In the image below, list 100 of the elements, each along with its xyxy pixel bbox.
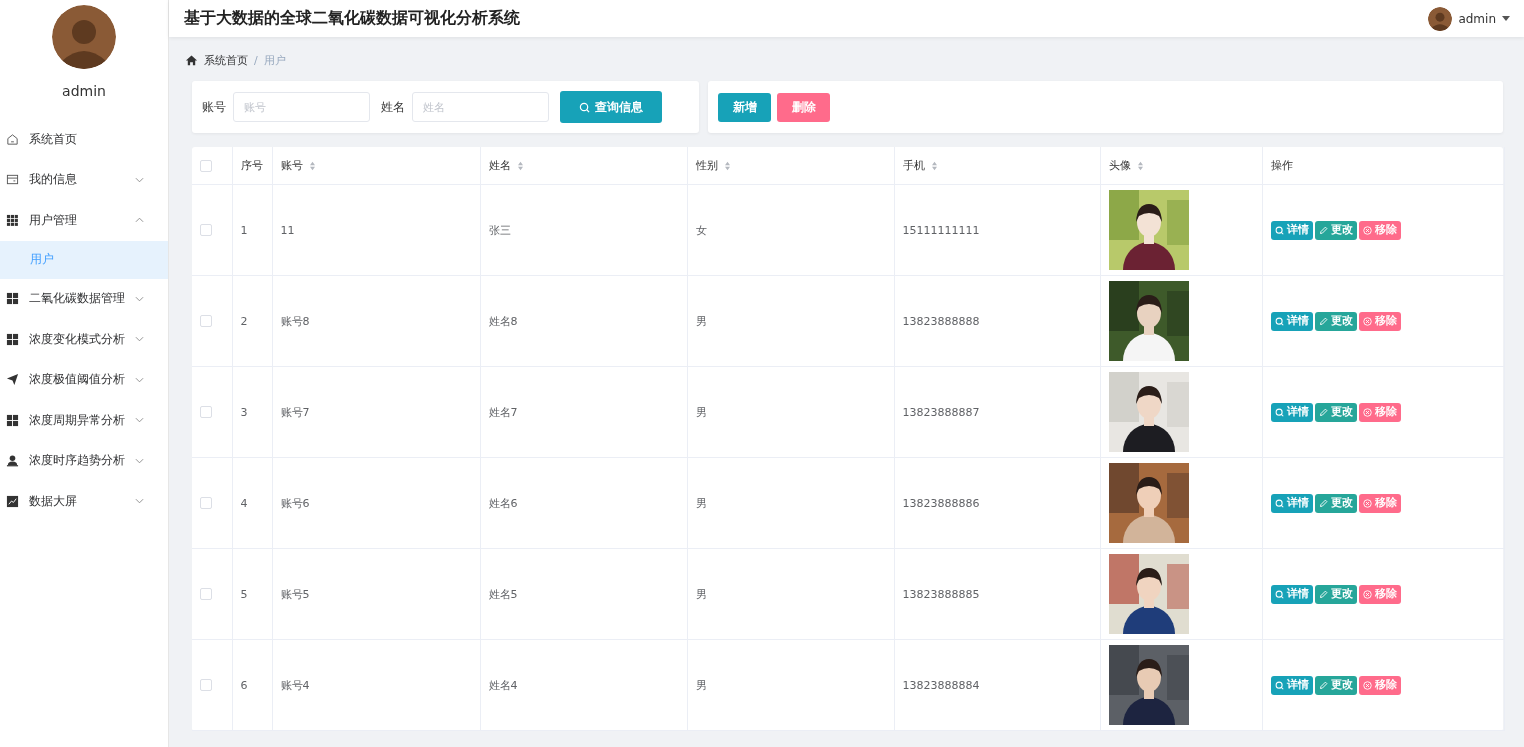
checkbox[interactable] — [200, 588, 212, 600]
menu-item[interactable]: 二氧化碳数据管理 — [0, 278, 168, 319]
table-cell: 姓名7 — [488, 405, 518, 419]
chevron-down-icon — [135, 176, 144, 183]
app-title: 基于大数据的全球二氧化碳数据可视化分析系统 — [184, 8, 520, 29]
sort-icon[interactable] — [308, 160, 316, 171]
checkbox[interactable] — [200, 159, 212, 172]
chevron-down-icon — [135, 336, 144, 343]
checkbox[interactable] — [200, 315, 212, 327]
view-button[interactable]: 详情 — [1270, 493, 1313, 513]
grid-icon — [6, 213, 19, 227]
menu-item[interactable]: 系统首页 — [0, 119, 168, 160]
remove-button[interactable]: 移除 — [1358, 675, 1401, 695]
avatar — [1428, 6, 1453, 31]
search-button[interactable]: 查询信息 — [560, 91, 662, 123]
view-button[interactable]: 详情 — [1270, 311, 1313, 331]
table-cell: 1 — [240, 223, 248, 237]
remove-button[interactable]: 移除 — [1358, 402, 1401, 422]
table-cell: 姓名5 — [488, 587, 518, 601]
search-icon — [579, 101, 590, 113]
add-button[interactable]: 新增 — [718, 92, 771, 122]
checkbox[interactable] — [200, 406, 212, 418]
user-name: admin — [62, 83, 106, 99]
edit-button[interactable]: 更改 — [1314, 584, 1357, 604]
table-cell: 6 — [240, 678, 248, 692]
search-icon — [1274, 589, 1284, 599]
input-field[interactable]: 姓名 — [412, 92, 549, 122]
view-button[interactable]: 详情 — [1270, 402, 1313, 422]
sort-icon[interactable] — [1136, 160, 1144, 171]
edit-button[interactable]: 更改 — [1314, 675, 1357, 695]
table-cell: 男 — [695, 587, 707, 601]
grid-icon — [6, 413, 19, 427]
table-cell: 女 — [695, 223, 707, 237]
remove-button[interactable]: 移除 — [1358, 311, 1401, 331]
breadcrumb-item: 用户 — [263, 52, 286, 68]
sort-icon[interactable] — [723, 160, 731, 171]
column-header: 手机 — [902, 158, 925, 173]
search-icon — [1274, 407, 1284, 417]
pencil-icon — [1318, 407, 1328, 417]
edit-button[interactable]: 更改 — [1314, 493, 1357, 513]
pencil-icon — [1318, 589, 1328, 599]
table-cell: 13823888887 — [902, 405, 980, 419]
table-cell: 13823888888 — [902, 314, 980, 328]
submenu-item[interactable]: 用户 — [0, 240, 168, 279]
sort-icon[interactable] — [930, 160, 938, 171]
checkbox[interactable] — [200, 224, 212, 236]
breadcrumb-separator: / — [254, 53, 258, 67]
menu-item[interactable]: 浓度变化模式分析 — [0, 319, 168, 360]
table-cell: 账号5 — [280, 587, 310, 601]
close-circle-icon — [1362, 498, 1372, 508]
card-icon — [6, 173, 19, 187]
table-cell: 男 — [695, 678, 707, 692]
breadcrumb-item[interactable]: 系统首页 — [204, 52, 248, 68]
edit-button[interactable]: 更改 — [1314, 402, 1357, 422]
view-button[interactable]: 详情 — [1270, 584, 1313, 604]
edit-button[interactable]: 更改 — [1314, 220, 1357, 240]
column-header: 序号 — [240, 158, 263, 173]
paper-plane-icon — [6, 373, 19, 387]
chart-icon — [6, 494, 19, 508]
table-cell: 男 — [695, 314, 707, 328]
edit-button[interactable]: 更改 — [1314, 311, 1357, 331]
table-cell: 11 — [280, 223, 295, 237]
table-cell: 账号8 — [280, 314, 310, 328]
pencil-icon — [1318, 498, 1328, 508]
chevron-down-icon — [135, 417, 144, 424]
grid-icon — [6, 332, 19, 346]
checkbox[interactable] — [200, 679, 212, 691]
pencil-icon — [1318, 225, 1328, 235]
view-button[interactable]: 详情 — [1270, 220, 1313, 240]
user-name[interactable]: admin — [1458, 11, 1496, 26]
chevron-up-icon — [135, 217, 144, 224]
table-cell: 姓名6 — [488, 496, 518, 510]
menu-item[interactable]: 浓度时序趋势分析 — [0, 440, 168, 481]
column-header: 账号 — [280, 158, 303, 173]
checkbox[interactable] — [200, 497, 212, 509]
grid-icon — [6, 292, 19, 306]
table-cell: 男 — [695, 405, 707, 419]
menu-item[interactable]: 浓度周期异常分析 — [0, 400, 168, 441]
view-button[interactable]: 详情 — [1270, 675, 1313, 695]
delete-button[interactable]: 删除 — [777, 92, 830, 122]
field-label: 账号 — [202, 98, 226, 116]
menu-item[interactable]: 用户管理 — [0, 200, 168, 241]
table-cell: 账号7 — [280, 405, 310, 419]
remove-button[interactable]: 移除 — [1358, 493, 1401, 513]
column-header: 性别 — [695, 158, 718, 173]
remove-button[interactable]: 移除 — [1358, 584, 1401, 604]
sort-icon[interactable] — [516, 160, 524, 171]
table-cell: 13823888886 — [902, 496, 980, 510]
table-cell: 4 — [240, 496, 248, 510]
menu-item[interactable]: 我的信息 — [0, 159, 168, 200]
table-cell: 15111111111 — [902, 223, 980, 237]
column-header: 操作 — [1270, 158, 1293, 173]
caret-icon[interactable] — [1502, 16, 1510, 21]
table-cell: 13823888885 — [902, 587, 980, 601]
table-cell: 3 — [240, 405, 248, 419]
table-cell: 2 — [240, 314, 248, 328]
table-cell: 13823888884 — [902, 678, 980, 692]
remove-button[interactable]: 移除 — [1358, 220, 1401, 240]
menu-item[interactable]: 数据大屏 — [0, 481, 168, 522]
menu-item[interactable]: 浓度极值阈值分析 — [0, 359, 168, 400]
